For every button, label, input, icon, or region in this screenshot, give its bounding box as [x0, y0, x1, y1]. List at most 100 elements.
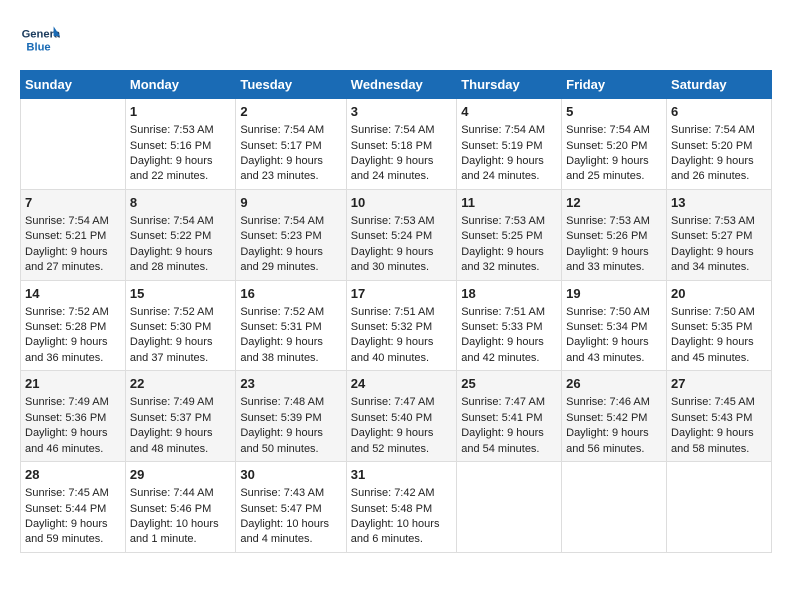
day-info-line: Sunrise: 7:45 AM: [671, 395, 767, 410]
week-row-1: 1Sunrise: 7:53 AMSunset: 5:16 PMDaylight…: [21, 99, 772, 190]
day-info-line: Daylight: 9 hours: [566, 154, 662, 169]
day-info-line: Sunset: 5:44 PM: [25, 502, 121, 517]
day-info-line: Daylight: 10 hours: [240, 517, 341, 532]
day-info-line: and 24 minutes.: [351, 169, 452, 184]
day-info-line: Sunset: 5:24 PM: [351, 229, 452, 244]
calendar-cell: 7Sunrise: 7:54 AMSunset: 5:21 PMDaylight…: [21, 189, 126, 280]
day-info-line: and 38 minutes.: [240, 351, 341, 366]
day-number: 29: [130, 466, 231, 484]
header-day-tuesday: Tuesday: [236, 71, 346, 99]
day-info-line: Sunset: 5:47 PM: [240, 502, 341, 517]
day-info-line: Daylight: 9 hours: [461, 335, 557, 350]
day-info-line: Sunrise: 7:45 AM: [25, 486, 121, 501]
day-number: 30: [240, 466, 341, 484]
day-info-line: Sunrise: 7:53 AM: [351, 214, 452, 229]
calendar-cell: 23Sunrise: 7:48 AMSunset: 5:39 PMDayligh…: [236, 371, 346, 462]
day-info-line: and 30 minutes.: [351, 260, 452, 275]
day-info-line: Sunrise: 7:49 AM: [25, 395, 121, 410]
day-info-line: Daylight: 9 hours: [130, 335, 231, 350]
header-day-monday: Monday: [125, 71, 235, 99]
calendar-cell: 10Sunrise: 7:53 AMSunset: 5:24 PMDayligh…: [346, 189, 456, 280]
day-info-line: and 32 minutes.: [461, 260, 557, 275]
calendar-header: SundayMondayTuesdayWednesdayThursdayFrid…: [21, 71, 772, 99]
day-info-line: Daylight: 10 hours: [130, 517, 231, 532]
day-info-line: Daylight: 9 hours: [566, 426, 662, 441]
day-info-line: Daylight: 9 hours: [130, 154, 231, 169]
calendar-cell: 31Sunrise: 7:42 AMSunset: 5:48 PMDayligh…: [346, 462, 456, 553]
calendar-cell: 11Sunrise: 7:53 AMSunset: 5:25 PMDayligh…: [457, 189, 562, 280]
week-row-5: 28Sunrise: 7:45 AMSunset: 5:44 PMDayligh…: [21, 462, 772, 553]
day-number: 31: [351, 466, 452, 484]
day-info-line: Daylight: 9 hours: [461, 426, 557, 441]
day-info-line: and 52 minutes.: [351, 442, 452, 457]
day-info-line: Sunset: 5:32 PM: [351, 320, 452, 335]
day-info-line: Daylight: 9 hours: [25, 335, 121, 350]
page-header: General Blue: [20, 20, 772, 60]
day-number: 11: [461, 194, 557, 212]
day-number: 3: [351, 103, 452, 121]
calendar-cell: 14Sunrise: 7:52 AMSunset: 5:28 PMDayligh…: [21, 280, 126, 371]
day-number: 10: [351, 194, 452, 212]
day-info-line: and 22 minutes.: [130, 169, 231, 184]
day-info-line: Sunset: 5:17 PM: [240, 139, 341, 154]
day-number: 14: [25, 285, 121, 303]
day-number: 4: [461, 103, 557, 121]
calendar-cell: 3Sunrise: 7:54 AMSunset: 5:18 PMDaylight…: [346, 99, 456, 190]
day-info-line: Daylight: 9 hours: [671, 245, 767, 260]
day-info-line: Sunrise: 7:47 AM: [351, 395, 452, 410]
day-info-line: Sunrise: 7:43 AM: [240, 486, 341, 501]
calendar-cell: 26Sunrise: 7:46 AMSunset: 5:42 PMDayligh…: [562, 371, 667, 462]
day-info-line: Sunset: 5:27 PM: [671, 229, 767, 244]
day-number: 6: [671, 103, 767, 121]
day-number: 22: [130, 375, 231, 393]
day-info-line: Daylight: 9 hours: [240, 154, 341, 169]
day-number: 28: [25, 466, 121, 484]
day-info-line: Sunrise: 7:50 AM: [671, 305, 767, 320]
day-info-line: Daylight: 9 hours: [671, 426, 767, 441]
week-row-3: 14Sunrise: 7:52 AMSunset: 5:28 PMDayligh…: [21, 280, 772, 371]
day-info-line: and 59 minutes.: [25, 532, 121, 547]
day-info-line: Daylight: 9 hours: [351, 335, 452, 350]
calendar-cell: 13Sunrise: 7:53 AMSunset: 5:27 PMDayligh…: [667, 189, 772, 280]
calendar-cell: 30 Sunrise: 7:43 AMSunset: 5:47 PMDayligh…: [236, 462, 346, 553]
day-info-line: Sunset: 5:16 PM: [130, 139, 231, 154]
header-row: SundayMondayTuesdayWednesdayThursdayFrid…: [21, 71, 772, 99]
header-day-thursday: Thursday: [457, 71, 562, 99]
day-info-line: Sunset: 5:19 PM: [461, 139, 557, 154]
calendar-cell: 28 Sunrise: 7:45 AMSunset: 5:44 PMDayligh…: [21, 462, 126, 553]
calendar-cell: 6Sunrise: 7:54 AMSunset: 5:20 PMDaylight…: [667, 99, 772, 190]
week-row-2: 7Sunrise: 7:54 AMSunset: 5:21 PMDaylight…: [21, 189, 772, 280]
day-info-line: Sunrise: 7:53 AM: [671, 214, 767, 229]
day-number: 18: [461, 285, 557, 303]
day-number: 23: [240, 375, 341, 393]
day-info-line: Sunset: 5:31 PM: [240, 320, 341, 335]
day-info-line: Sunrise: 7:52 AM: [130, 305, 231, 320]
calendar-cell: 5Sunrise: 7:54 AMSunset: 5:20 PMDaylight…: [562, 99, 667, 190]
day-info-line: Sunset: 5:21 PM: [25, 229, 121, 244]
day-info-line: and 50 minutes.: [240, 442, 341, 457]
day-number: 12: [566, 194, 662, 212]
calendar-cell: 27Sunrise: 7:45 AMSunset: 5:43 PMDayligh…: [667, 371, 772, 462]
calendar-body: 1Sunrise: 7:53 AMSunset: 5:16 PMDaylight…: [21, 99, 772, 553]
calendar-cell: 12Sunrise: 7:53 AMSunset: 5:26 PMDayligh…: [562, 189, 667, 280]
calendar-cell: [667, 462, 772, 553]
day-info-line: Sunrise: 7:54 AM: [130, 214, 231, 229]
day-info-line: Daylight: 9 hours: [25, 517, 121, 532]
day-number: 25: [461, 375, 557, 393]
day-info-line: and 48 minutes.: [130, 442, 231, 457]
day-info-line: Daylight: 9 hours: [461, 154, 557, 169]
day-info-line: and 27 minutes.: [25, 260, 121, 275]
calendar-cell: 9Sunrise: 7:54 AMSunset: 5:23 PMDaylight…: [236, 189, 346, 280]
calendar-cell: 25Sunrise: 7:47 AMSunset: 5:41 PMDayligh…: [457, 371, 562, 462]
day-info-line: Daylight: 9 hours: [240, 335, 341, 350]
day-info-line: and 54 minutes.: [461, 442, 557, 457]
calendar-cell: 1Sunrise: 7:53 AMSunset: 5:16 PMDaylight…: [125, 99, 235, 190]
day-info-line: Sunset: 5:35 PM: [671, 320, 767, 335]
day-number: 2: [240, 103, 341, 121]
calendar-cell: 4Sunrise: 7:54 AMSunset: 5:19 PMDaylight…: [457, 99, 562, 190]
calendar-cell: 21Sunrise: 7:49 AMSunset: 5:36 PMDayligh…: [21, 371, 126, 462]
day-info-line: Sunset: 5:46 PM: [130, 502, 231, 517]
day-info-line: Sunset: 5:42 PM: [566, 411, 662, 426]
day-info-line: Sunrise: 7:51 AM: [351, 305, 452, 320]
day-info-line: and 23 minutes.: [240, 169, 341, 184]
